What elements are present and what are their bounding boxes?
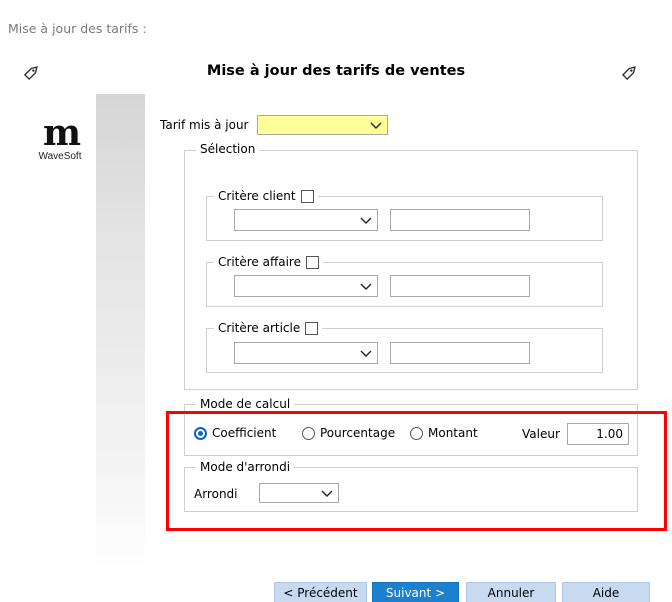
help-button[interactable]: Aide <box>562 582 650 602</box>
critere-article-checkbox[interactable] <box>305 321 319 335</box>
critere-affaire-input[interactable] <box>390 275 530 297</box>
selection-title: Sélection <box>196 142 260 156</box>
logo: m WaveSoft <box>29 112 91 162</box>
tag-icon <box>619 61 641 83</box>
critere-client-input[interactable] <box>390 209 530 231</box>
logo-text: WaveSoft <box>38 151 82 162</box>
chevron-down-icon <box>359 281 373 291</box>
tarif-select[interactable] <box>257 115 388 135</box>
tarif-label: Tarif mis à jour <box>160 118 249 132</box>
cancel-button[interactable]: Annuler <box>466 582 556 602</box>
mode-calcul-title: Mode de calcul <box>196 397 295 411</box>
critere-article-select[interactable] <box>234 342 378 364</box>
chevron-down-icon <box>369 120 383 130</box>
critere-affaire-checkbox[interactable] <box>305 255 319 269</box>
logo-mark: m <box>42 112 81 154</box>
chevron-down-icon <box>359 215 373 225</box>
breadcrumb: Mise à jour des tarifs : <box>8 21 147 36</box>
critere-client-checkbox[interactable] <box>300 189 314 203</box>
critere-article-title: Critère article <box>214 321 323 335</box>
previous-button[interactable]: < Précédent <box>274 582 367 602</box>
page-title: Mise à jour des tarifs de ventes <box>206 63 466 79</box>
critere-client-title: Critère client <box>214 189 318 203</box>
critere-affaire-select[interactable] <box>234 275 378 297</box>
selection-title-text: Sélection <box>200 142 256 156</box>
sidebar-panel <box>96 94 145 580</box>
critere-affaire-label: Critère affaire <box>218 255 301 269</box>
chevron-down-icon <box>359 348 373 358</box>
critere-client-label: Critère client <box>218 189 296 203</box>
critere-article-label: Critère article <box>218 321 301 335</box>
next-button[interactable]: Suivant > <box>372 582 459 602</box>
highlight-frame <box>166 411 667 531</box>
critere-affaire-title: Critère affaire <box>214 255 323 269</box>
mode-calcul-title-text: Mode de calcul <box>200 397 291 411</box>
critere-article-input[interactable] <box>390 342 530 364</box>
critere-client-select[interactable] <box>234 209 378 231</box>
